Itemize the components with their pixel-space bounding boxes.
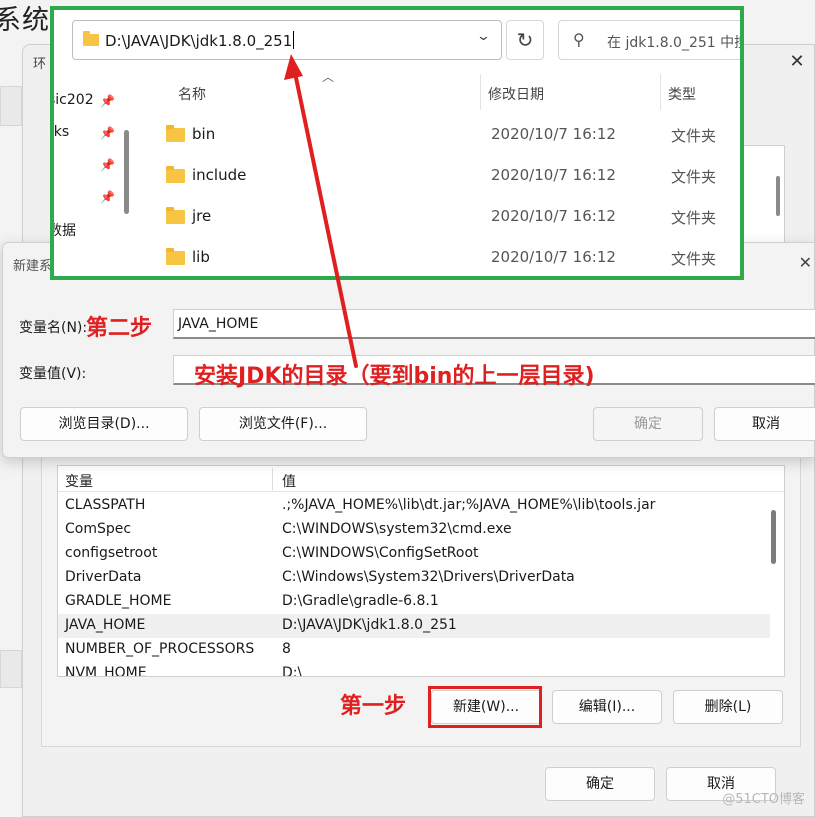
scrollbar[interactable] <box>771 510 776 564</box>
bg-panel <box>0 86 22 126</box>
window-title: 环 <box>33 57 47 72</box>
column-divider <box>660 74 661 110</box>
ok-button[interactable]: 确定 <box>593 407 703 441</box>
list-item[interactable]: include 2020/10/7 16:12 文件夹 <box>158 157 738 193</box>
chevron-down-icon[interactable]: ⌄ <box>476 29 491 44</box>
pin-icon: 📌 <box>100 158 115 172</box>
folder-icon <box>166 248 185 265</box>
close-icon[interactable]: ✕ <box>786 51 808 73</box>
folder-icon <box>166 207 185 224</box>
folder-icon <box>166 166 185 183</box>
search-icon: ⚲ <box>573 30 585 49</box>
column-header-modified[interactable]: 修改日期 <box>488 84 544 104</box>
table-header: 变量 值 <box>58 466 784 492</box>
table-row[interactable]: NVM_HOME D:\ <box>58 662 770 676</box>
column-header-variable[interactable]: 变量 <box>65 471 93 491</box>
column-divider <box>272 468 273 490</box>
refresh-icon[interactable]: ↻ <box>506 20 544 60</box>
table-row[interactable]: DriverData C:\Windows\System32\Drivers\Dr… <box>58 566 770 590</box>
variable-name-input[interactable]: JAVA_HOME <box>173 309 815 339</box>
pin-icon: 📌 <box>100 94 115 108</box>
nav-item[interactable]: sic202 <box>54 92 94 108</box>
file-explorer-window: D:\JAVA\JDK\jdk1.8.0_251 ⌄ ↻ ⚲ 在 jdk1.8.… <box>50 6 744 280</box>
nav-item[interactable]: 数据 <box>54 220 76 240</box>
edit-variable-button[interactable]: 编辑(I)... <box>552 690 662 724</box>
pin-icon: 📌 <box>100 190 115 204</box>
variable-value-label: 变量值(V): <box>19 366 87 382</box>
table-row[interactable]: GRADLE_HOME D:\Gradle\gradle-6.8.1 <box>58 590 770 614</box>
variable-name-label: 变量名(N): <box>19 320 88 336</box>
folder-icon <box>83 31 99 46</box>
watermark: @51CTO博客 <box>722 792 805 807</box>
search-box[interactable]: ⚲ 在 jdk1.8.0_251 中搜 <box>558 20 744 60</box>
table-row[interactable]: ComSpec C:\WINDOWS\system32\cmd.exe <box>58 518 770 542</box>
scrollbar[interactable] <box>776 176 780 216</box>
list-item[interactable]: lib 2020/10/7 16:12 文件夹 <box>158 239 738 275</box>
sort-ascending-icon: ︿ <box>322 70 335 84</box>
table-row-selected[interactable]: JAVA_HOME D:\JAVA\JDK\jdk1.8.0_251 <box>58 614 770 638</box>
address-bar[interactable]: D:\JAVA\JDK\jdk1.8.0_251 ⌄ <box>72 20 502 60</box>
delete-variable-button[interactable]: 删除(L) <box>673 690 783 724</box>
address-path[interactable]: D:\JAVA\JDK\jdk1.8.0_251 <box>105 31 295 50</box>
table-row[interactable]: configsetroot C:\WINDOWS\ConfigSetRoot <box>58 542 770 566</box>
table-row[interactable]: NUMBER_OF_PROCESSORS 8 <box>58 638 770 662</box>
bg-panel <box>0 650 22 688</box>
list-item[interactable]: bin 2020/10/7 16:12 文件夹 <box>158 116 738 152</box>
folder-icon <box>166 125 185 142</box>
column-divider <box>480 74 481 110</box>
search-placeholder: 在 jdk1.8.0_251 中搜 <box>607 35 744 51</box>
table-row[interactable]: CLASSPATH .;%JAVA_HOME%\lib\dt.jar;%JAVA_… <box>58 494 770 518</box>
navigation-pane: sic202 📌 rks 📌 📌 📌 数据 <box>54 70 134 276</box>
cancel-button[interactable]: 取消 <box>714 407 815 441</box>
column-header-type[interactable]: 类型 <box>668 84 696 104</box>
browse-file-button[interactable]: 浏览文件(F)... <box>199 407 367 441</box>
column-header-value[interactable]: 值 <box>282 471 296 491</box>
list-item[interactable]: jre 2020/10/7 16:12 文件夹 <box>158 198 738 234</box>
system-properties-title: 系统 <box>0 5 50 36</box>
system-variables-table[interactable]: 变量 值 CLASSPATH .;%JAVA_HOME%\lib\dt.jar;%… <box>57 465 785 677</box>
dialog-title: 新建系 <box>13 259 53 274</box>
nav-item[interactable]: rks <box>54 124 69 140</box>
column-header-name[interactable]: 名称 <box>178 84 206 104</box>
ok-button[interactable]: 确定 <box>545 767 655 801</box>
close-icon[interactable]: ✕ <box>799 253 812 272</box>
jdk-directory-annotation: 安装JDK的目录（要到bin的上一层目录) <box>194 364 595 389</box>
step2-annotation: 第二步 <box>86 316 153 341</box>
pin-icon: 📌 <box>100 126 115 140</box>
scrollbar[interactable] <box>124 130 129 214</box>
step1-annotation: 第一步 <box>340 694 407 719</box>
browse-directory-button[interactable]: 浏览目录(D)... <box>20 407 188 441</box>
step1-highlight-box <box>428 686 542 728</box>
